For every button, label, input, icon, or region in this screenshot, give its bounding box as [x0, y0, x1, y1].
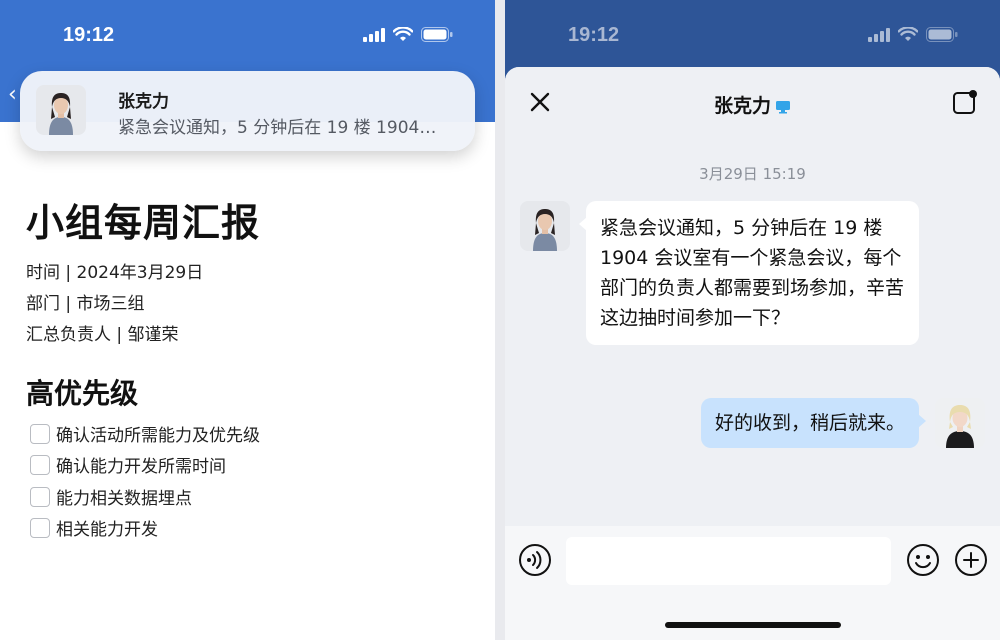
monitor-icon [776, 100, 790, 113]
right-phone-screen: 19:12 张克力 3月29日 15:19 紧急会议通知，5 分钟后在 19 楼… [505, 0, 1000, 640]
todo-item[interactable]: 确认能力开发所需时间 [30, 452, 226, 477]
status-time: 19:12 [568, 24, 620, 46]
outgoing-message-bubble[interactable]: 好的收到，稍后就来。 [700, 398, 927, 448]
signal-icon [868, 27, 890, 42]
battery-icon [421, 27, 453, 42]
home-indicator [665, 622, 841, 628]
signal-icon [363, 27, 385, 42]
todo-label: 能力相关数据埋点 [56, 489, 192, 509]
compose-icon[interactable] [952, 89, 978, 115]
todo-label: 相关能力开发 [56, 520, 158, 540]
todo-item[interactable]: 相关能力开发 [30, 515, 158, 540]
notification-preview: 紧急会议通知，5 分钟后在 19 楼 1904… [118, 118, 437, 138]
meta-department: 部门 | 市场三组 [26, 294, 145, 314]
incoming-message-bubble[interactable]: 紧急会议通知，5 分钟后在 19 楼 1904 会议室有一个紧急会议，每个部门的… [579, 201, 919, 345]
checkbox[interactable] [30, 423, 50, 444]
input-bar [505, 526, 1000, 640]
chat-contact-name: 张克力 [713, 95, 771, 117]
message-timestamp: 3月29日 15:19 [699, 165, 806, 183]
notification-banner[interactable]: 张克力 紧急会议通知，5 分钟后在 19 楼 1904… [20, 71, 475, 151]
notification-sender: 张克力 [118, 92, 169, 112]
status-time: 19:12 [63, 24, 115, 46]
back-chevron-icon[interactable]: ‹ [8, 82, 17, 107]
document-title-block: 小组每周汇报 [26, 192, 260, 247]
status-icons [868, 27, 958, 42]
checkbox[interactable] [30, 517, 50, 538]
plus-icon[interactable] [954, 543, 988, 577]
voice-icon[interactable] [518, 543, 552, 577]
meta-owner: 汇总负责人 | 邹谨荣 [26, 325, 179, 345]
left-phone-screen: 19:12 ‹ 张克力 紧急会议通知，5 分钟后在 19 楼 1904… 小组每… [0, 0, 495, 640]
todo-label: 确认活动所需能力及优先级 [56, 426, 260, 446]
status-icons [363, 27, 453, 42]
wifi-icon [898, 27, 918, 41]
todo-item[interactable]: 确认活动所需能力及优先级 [30, 421, 260, 446]
todo-label: 确认能力开发所需时间 [56, 457, 226, 477]
battery-icon [926, 27, 958, 42]
status-bar: 19:12 [0, 0, 495, 72]
todo-item[interactable]: 能力相关数据埋点 [30, 484, 192, 509]
sender-avatar[interactable] [520, 201, 570, 251]
meta-date: 时间 | 2024年3月29日 [26, 263, 204, 283]
avatar [36, 85, 86, 135]
own-avatar[interactable] [935, 398, 985, 448]
wifi-icon [393, 27, 413, 41]
status-bar: 19:12 [505, 0, 1000, 72]
checkbox[interactable] [30, 454, 50, 475]
message-input[interactable] [566, 537, 891, 585]
emoji-icon[interactable] [906, 543, 940, 577]
document-title: 小组每周汇报 [26, 201, 261, 245]
section-title: 高优先级 [26, 377, 139, 410]
chat-title: 张克力 [505, 91, 1000, 118]
chat-sheet: 张克力 3月29日 15:19 紧急会议通知，5 分钟后在 19 楼 1904 … [505, 67, 1000, 640]
chat-header: 张克力 [505, 67, 1000, 139]
checkbox[interactable] [30, 486, 50, 507]
